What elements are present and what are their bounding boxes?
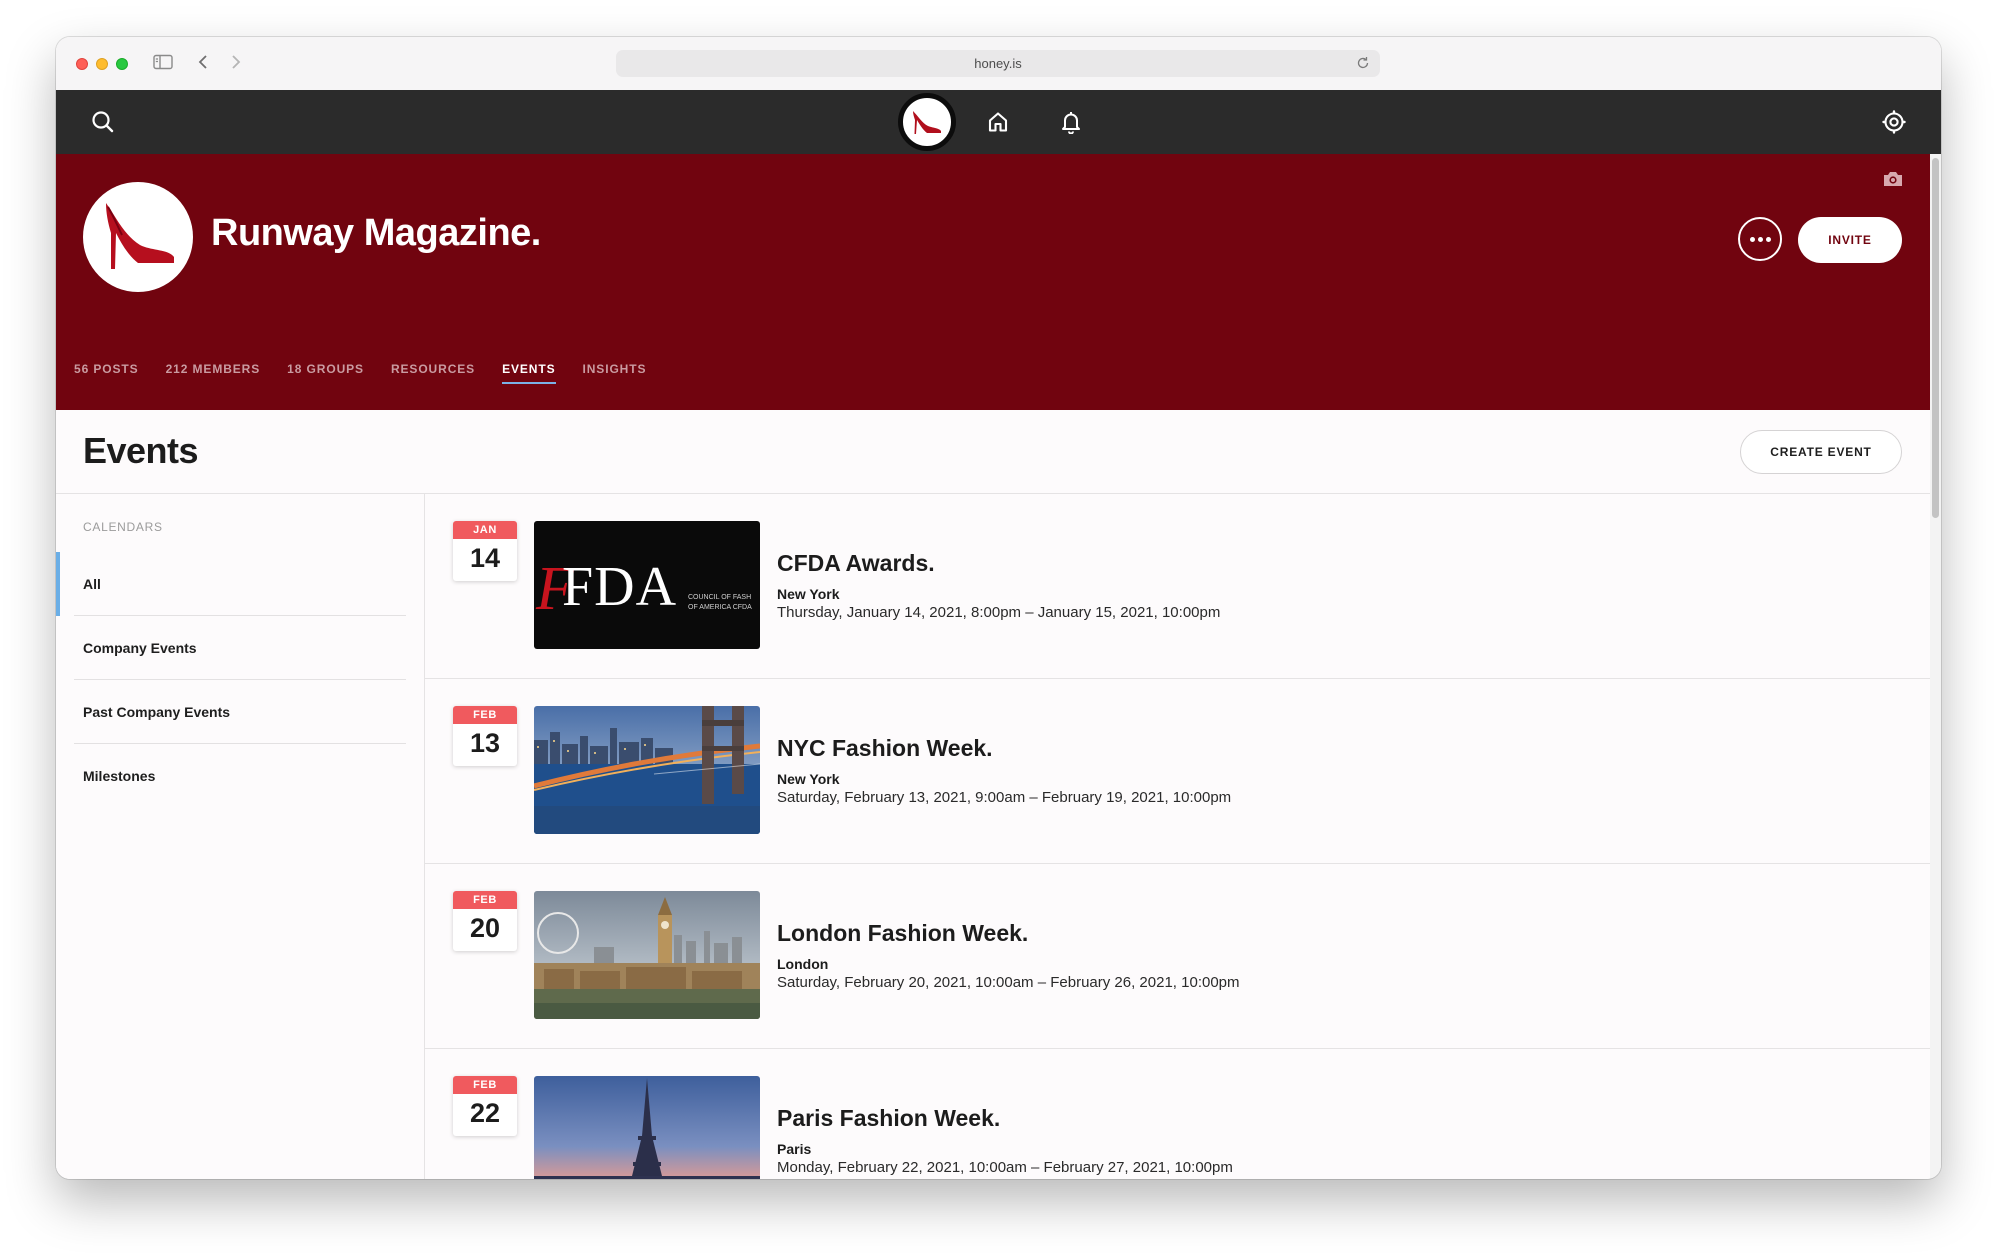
event-row[interactable]: FEB 13 NYC Fashion Week. New York Saturd… <box>425 679 1930 864</box>
cfda-caption: COUNCIL OF FASH <box>688 594 752 601</box>
calendar-list: All Company Events Past Company Events M… <box>56 552 424 807</box>
home-icon[interactable] <box>986 110 1010 139</box>
date-badge: FEB 22 <box>453 1076 517 1136</box>
group-avatar[interactable] <box>83 182 193 292</box>
zoom-window-button[interactable] <box>116 58 128 70</box>
more-options-button[interactable] <box>1738 217 1782 261</box>
main-content: Runway Magazine. INVITE 56 POSTS 212 MEM… <box>56 154 1930 1179</box>
settings-icon[interactable] <box>1882 110 1906 139</box>
tab-resources[interactable]: RESOURCES <box>391 362 475 384</box>
browser-titlebar: honey.is <box>56 37 1941 91</box>
date-badge-month: FEB <box>453 706 517 724</box>
date-badge-day: 22 <box>469 1098 501 1128</box>
calendar-item-label: Past Company Events <box>83 704 231 720</box>
event-location: Paris <box>777 1141 812 1157</box>
date-badge-month: FEB <box>453 1076 517 1094</box>
date-badge-month: FEB <box>453 891 517 909</box>
close-window-button[interactable] <box>76 58 88 70</box>
event-title[interactable]: NYC Fashion Week. <box>777 735 993 762</box>
app-navbar <box>56 90 1941 154</box>
page-scrollbar-thumb[interactable] <box>1932 158 1939 518</box>
tab-insights[interactable]: INSIGHTS <box>583 362 647 384</box>
shoe-logo-icon[interactable] <box>898 93 956 151</box>
event-location: London <box>777 956 829 972</box>
create-event-button[interactable]: CREATE EVENT <box>1740 430 1902 474</box>
group-title: Runway Magazine. <box>211 212 541 254</box>
bell-icon[interactable] <box>1059 110 1083 139</box>
tab-groups[interactable]: 18 GROUPS <box>287 362 364 384</box>
event-thumbnail[interactable] <box>534 706 760 834</box>
tab-members[interactable]: 212 MEMBERS <box>166 362 261 384</box>
reload-icon[interactable] <box>1357 56 1370 75</box>
calendars-sidebar: CALENDARS All Company Events Past Compan… <box>56 494 425 1179</box>
address-bar-url: honey.is <box>974 56 1022 71</box>
group-tabs: 56 POSTS 212 MEMBERS 18 GROUPS RESOURCES… <box>74 362 673 384</box>
tab-posts[interactable]: 56 POSTS <box>74 362 139 384</box>
calendar-item-all[interactable]: All <box>74 552 406 616</box>
date-badge: FEB 13 <box>453 706 517 766</box>
cfda-logo-text: FDA <box>562 556 678 618</box>
events-header: Events CREATE EVENT <box>56 410 1930 494</box>
calendars-heading: CALENDARS <box>83 520 163 534</box>
invite-button[interactable]: INVITE <box>1798 217 1902 263</box>
event-thumbnail[interactable]: F FDA COUNCIL OF FASH OF AMERICA CFDA <box>534 521 760 649</box>
event-time: Thursday, January 14, 2021, 8:00pm – Jan… <box>777 604 1221 621</box>
back-icon[interactable] <box>197 54 209 75</box>
date-badge-day: 20 <box>469 913 501 943</box>
event-location: New York <box>777 586 840 602</box>
search-icon[interactable] <box>91 110 115 139</box>
date-badge: FEB 20 <box>453 891 517 951</box>
forward-icon[interactable] <box>230 54 242 75</box>
date-badge: JAN 14 <box>453 521 517 581</box>
calendar-item-label: Company Events <box>83 640 197 656</box>
date-badge-day: 14 <box>469 543 501 573</box>
browser-window: honey.is Runway Magazine. INVITE 56 POST… <box>56 37 1941 1179</box>
calendar-item-milestones[interactable]: Milestones <box>74 744 406 807</box>
page-title: Events <box>83 430 199 471</box>
tab-events[interactable]: EVENTS <box>502 362 556 384</box>
event-row[interactable]: JAN 14 F FDA COUNCIL OF FASH OF AMERICA … <box>425 494 1930 679</box>
event-time: Monday, February 22, 2021, 10:00am – Feb… <box>777 1159 1233 1176</box>
date-badge-day: 13 <box>469 728 501 758</box>
event-list: JAN 14 F FDA COUNCIL OF FASH OF AMERICA … <box>425 494 1930 1179</box>
event-thumbnail[interactable] <box>534 1076 760 1179</box>
cfda-caption: OF AMERICA CFDA <box>688 604 752 611</box>
event-time: Saturday, February 13, 2021, 9:00am – Fe… <box>777 789 1232 806</box>
event-time: Saturday, February 20, 2021, 10:00am – F… <box>777 974 1240 991</box>
event-thumbnail[interactable] <box>534 891 760 1019</box>
event-title[interactable]: CFDA Awards. <box>777 550 935 577</box>
event-location: New York <box>777 771 840 787</box>
calendar-item-label: All <box>83 576 101 592</box>
camera-icon[interactable] <box>1882 170 1904 193</box>
more-icon <box>1749 236 1755 242</box>
calendar-item-company-events[interactable]: Company Events <box>74 616 406 680</box>
date-badge-month: JAN <box>453 521 517 539</box>
event-row[interactable]: FEB 20 London Fashion Week. London Satur… <box>425 864 1930 1049</box>
calendar-item-label: Milestones <box>83 768 156 784</box>
address-bar[interactable]: honey.is <box>616 50 1380 77</box>
event-title[interactable]: London Fashion Week. <box>777 920 1028 947</box>
minimize-window-button[interactable] <box>96 58 108 70</box>
group-header: Runway Magazine. INVITE 56 POSTS 212 MEM… <box>56 154 1930 410</box>
sidebar-icon[interactable] <box>153 54 173 75</box>
event-title[interactable]: Paris Fashion Week. <box>777 1105 1000 1132</box>
calendar-item-past-company-events[interactable]: Past Company Events <box>74 680 406 744</box>
event-row[interactable]: FEB 22 Paris Fashion Week. Paris Monday,… <box>425 1049 1930 1179</box>
